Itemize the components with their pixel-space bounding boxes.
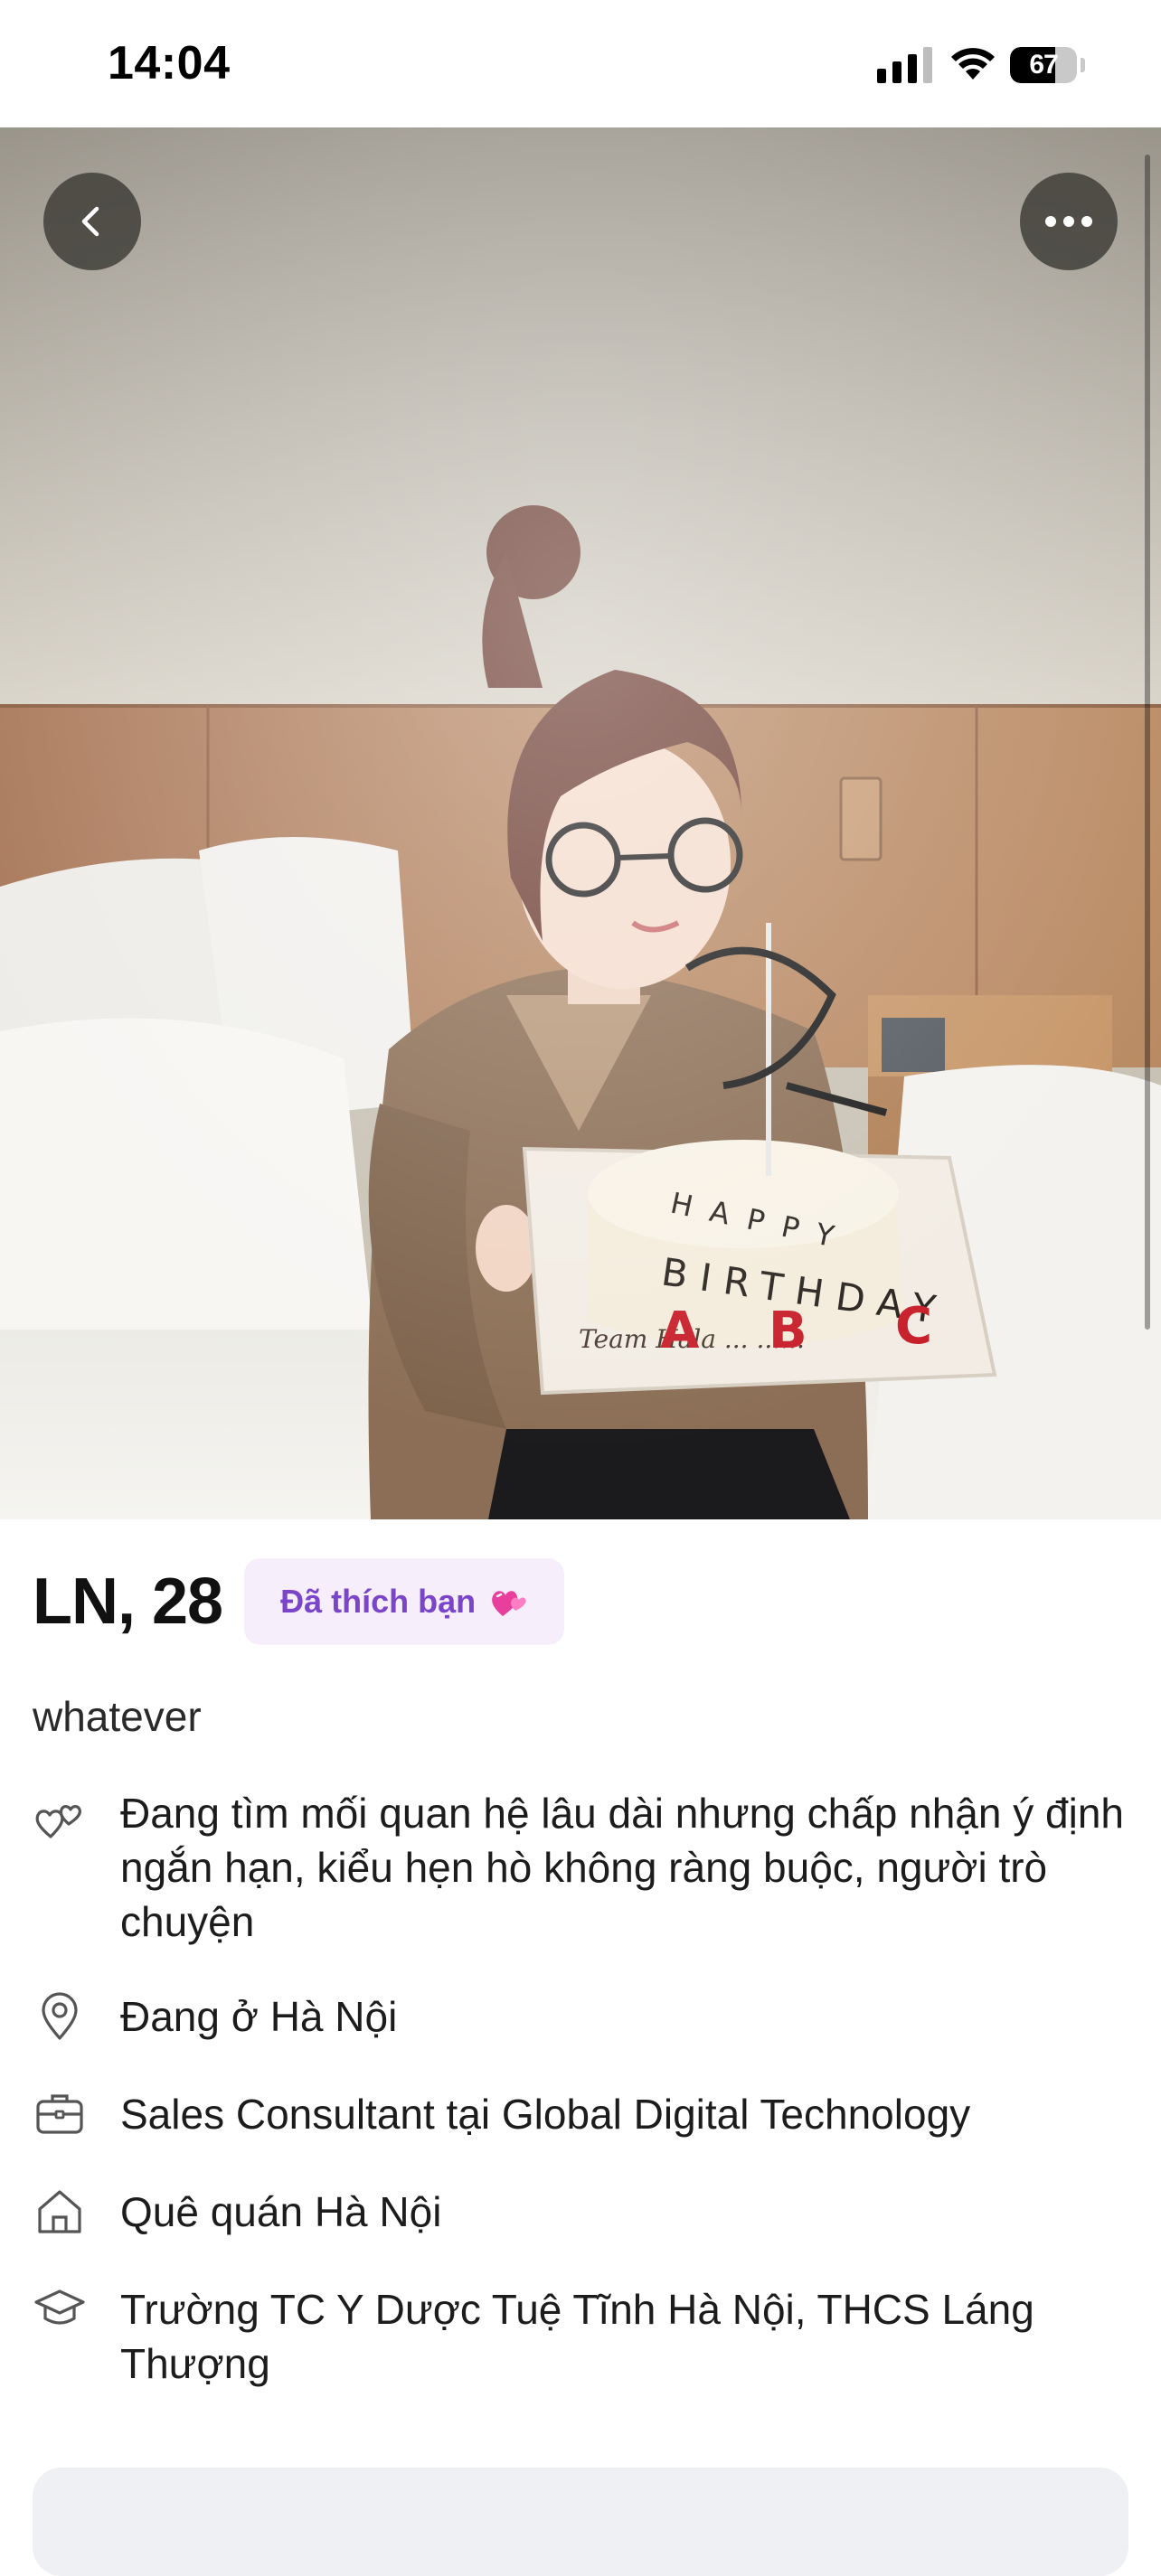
detail-text: Sales Consultant tại Global Digital Tech…: [120, 2091, 971, 2138]
status-bar: 14:04 67: [0, 0, 1161, 127]
briefcase-icon: [36, 2094, 83, 2134]
hearts-icon: [35, 1805, 82, 1838]
back-chevron-icon: [81, 206, 99, 237]
status-time: 14:04: [108, 37, 231, 89]
more-dots-icon: [1045, 216, 1092, 227]
liked-you-label: Đã thích bạn: [280, 1583, 477, 1620]
detail-text: Đang tìm mối quan hệ lâu dài nhưng chấp …: [120, 1790, 1124, 1945]
battery-cap: [1081, 58, 1085, 72]
profile-photo-image: BIRTHDAY HAPPY Team Hala ... ...... A B …: [0, 127, 1161, 1519]
liked-you-badge: Đã thích bạn: [244, 1558, 565, 1645]
profile-bio: whatever: [33, 1693, 202, 1740]
profile-photo[interactable]: BIRTHDAY HAPPY Team Hala ... ...... A B …: [0, 127, 1161, 1519]
profile-header: LN, 28 Đã thích bạn: [33, 1558, 565, 1645]
battery-level-text: 67: [1029, 50, 1058, 80]
detail-text: Quê quán Hà Nội: [120, 2188, 442, 2235]
next-section-card[interactable]: [33, 2468, 1128, 2576]
battery-icon: 67: [1010, 47, 1077, 83]
graduation-cap-icon: [34, 2289, 85, 2325]
detail-text: Trường TC Y Dược Tuệ Tĩnh Hà Nội, THCS L…: [120, 2286, 1034, 2387]
home-icon: [38, 2190, 81, 2233]
photo-scrollbar[interactable]: [1145, 155, 1150, 1330]
detail-text: Đang ở Hà Nội: [120, 1993, 398, 2040]
wifi-icon: [951, 48, 995, 80]
more-options-button[interactable]: [1020, 173, 1118, 270]
signal-icon: [877, 47, 932, 83]
heart-emoji-icon: [492, 1591, 526, 1616]
back-button[interactable]: [43, 173, 141, 270]
location-pin-icon: [42, 1992, 78, 2040]
profile-name-age: LN, 28: [33, 1565, 223, 1638]
